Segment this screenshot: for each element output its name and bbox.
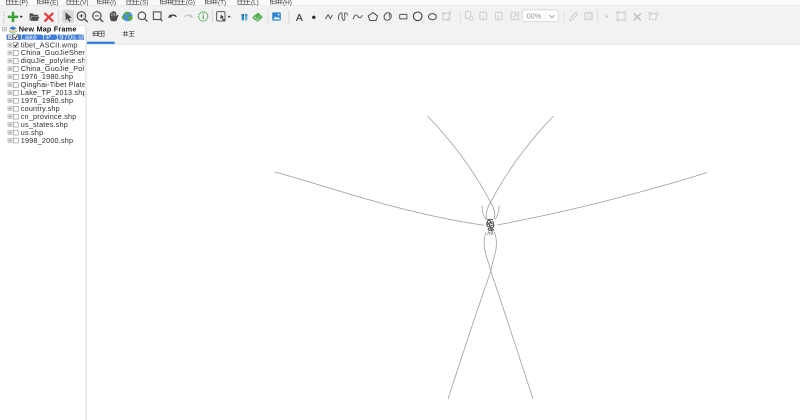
svg-text:1998_2000.shp: 1998_2000.shp [21,136,73,145]
svg-text:(G): (G) [186,0,195,6]
svg-text:A: A [296,13,303,24]
svg-text:00%: 00% [527,11,542,20]
svg-text:(H): (H) [283,0,292,6]
svg-text:(P): (P) [19,0,28,6]
svg-text:(S): (S) [140,0,149,6]
svg-text:(I): (I) [110,0,116,6]
svg-text:(T): (T) [218,0,226,6]
svg-text:(L): (L) [251,0,259,6]
svg-text:(E): (E) [50,0,59,6]
svg-text:(V): (V) [80,0,89,6]
